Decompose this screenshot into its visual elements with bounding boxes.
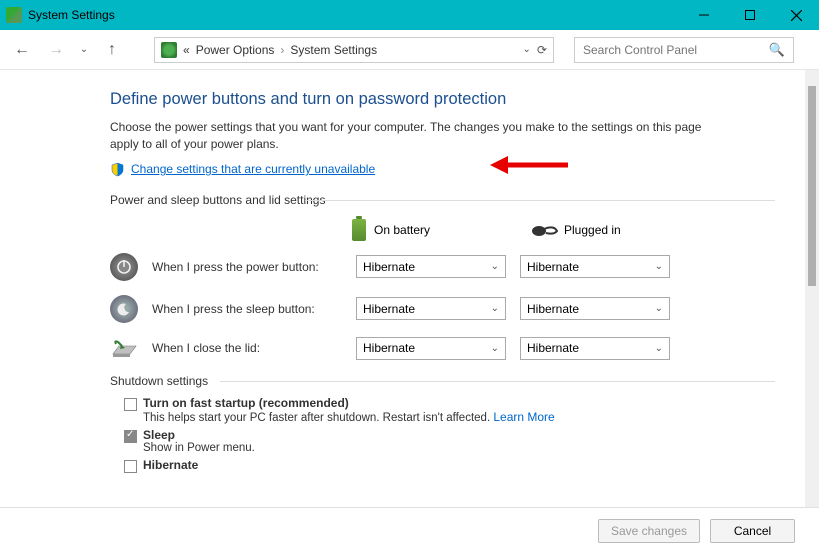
close-button[interactable] [773, 0, 819, 30]
chevron-right-icon: › [280, 43, 284, 57]
fast-startup-row: Turn on fast startup (recommended) This … [124, 396, 775, 424]
learn-more-link[interactable]: Learn More [493, 410, 554, 424]
hibernate-checkbox[interactable] [124, 460, 137, 473]
chevron-down-icon: ⌄ [491, 261, 499, 272]
label-power-button: When I press the power button: [152, 260, 342, 274]
save-button[interactable]: Save changes [598, 519, 700, 543]
nav-row: ← → ⌄ ↑ « Power Options › System Setting… [0, 30, 819, 70]
control-panel-icon [161, 42, 177, 58]
recent-dropdown-icon[interactable]: ⌄ [78, 38, 90, 62]
row-sleep-button: When I press the sleep button: Hibernate… [110, 295, 775, 323]
chevron-down-icon: ⌄ [655, 303, 663, 314]
forward-button[interactable]: → [44, 38, 68, 62]
minimize-button[interactable] [681, 0, 727, 30]
scrollbar[interactable] [805, 70, 819, 507]
lid-icon [110, 338, 138, 358]
content-pane: Define power buttons and turn on passwor… [0, 70, 805, 507]
window-title: System Settings [28, 8, 115, 22]
sleep-label: Sleep [143, 428, 255, 442]
shield-icon [110, 162, 125, 177]
annotation-arrow [490, 152, 570, 178]
back-button[interactable]: ← [10, 38, 34, 62]
page-subtext: Choose the power settings that you want … [110, 119, 710, 154]
battery-icon [352, 219, 366, 241]
chevron-down-icon: ⌄ [655, 261, 663, 272]
fast-startup-sub: This helps start your PC faster after sh… [143, 412, 493, 424]
close-lid-battery-select[interactable]: Hibernate⌄ [356, 337, 506, 360]
maximize-button[interactable] [727, 0, 773, 30]
search-icon[interactable]: 🔍 [769, 42, 785, 58]
breadcrumb-power-options[interactable]: Power Options [196, 43, 275, 57]
label-sleep-button: When I press the sleep button: [152, 302, 342, 316]
refresh-icon[interactable]: ⟳ [537, 43, 547, 57]
power-button-plugged-select[interactable]: Hibernate⌄ [520, 255, 670, 278]
cancel-button[interactable]: Cancel [710, 519, 795, 543]
address-dropdown-icon[interactable]: ⌄ [523, 44, 531, 55]
app-icon [6, 7, 22, 23]
sleep-button-plugged-select[interactable]: Hibernate⌄ [520, 297, 670, 320]
section-shutdown: Shutdown settings [110, 374, 775, 388]
hibernate-label: Hibernate [143, 458, 198, 472]
label-close-lid: When I close the lid: [152, 341, 342, 355]
search-box[interactable]: 🔍 [574, 37, 794, 63]
column-plugged-in: Plugged in [532, 223, 692, 237]
section-power-sleep: Power and sleep buttons and lid settings [110, 193, 775, 207]
address-bar[interactable]: « Power Options › System Settings ⌄ ⟳ [154, 37, 554, 63]
chevron-down-icon: ⌄ [655, 343, 663, 354]
search-input[interactable] [583, 43, 753, 57]
fast-startup-label: Turn on fast startup (recommended) [143, 396, 555, 410]
sleep-button-battery-select[interactable]: Hibernate⌄ [356, 297, 506, 320]
sleep-checkbox[interactable] [124, 430, 137, 443]
fast-startup-checkbox[interactable] [124, 398, 137, 411]
plug-icon [532, 223, 556, 237]
close-lid-plugged-select[interactable]: Hibernate⌄ [520, 337, 670, 360]
chevron-down-icon: ⌄ [491, 343, 499, 354]
up-button[interactable]: ↑ [100, 38, 124, 62]
footer: Save changes Cancel [0, 507, 819, 553]
hibernate-row: Hibernate [124, 458, 775, 473]
row-power-button: When I press the power button: Hibernate… [110, 253, 775, 281]
scrollbar-thumb[interactable] [808, 86, 816, 286]
change-unavailable-link[interactable]: Change settings that are currently unava… [131, 162, 375, 176]
power-button-battery-select[interactable]: Hibernate⌄ [356, 255, 506, 278]
sleep-row: Sleep Show in Power menu. [124, 428, 775, 454]
sleep-sub: Show in Power menu. [143, 442, 255, 454]
power-icon [110, 253, 138, 281]
titlebar: System Settings [0, 0, 819, 30]
column-on-battery: On battery [352, 219, 512, 241]
breadcrumb-prefix: « [183, 43, 190, 57]
chevron-down-icon: ⌄ [491, 303, 499, 314]
sleep-icon [110, 295, 138, 323]
row-close-lid: When I close the lid: Hibernate⌄ Hiberna… [110, 337, 775, 360]
page-heading: Define power buttons and turn on passwor… [110, 90, 775, 109]
breadcrumb-system-settings[interactable]: System Settings [290, 43, 377, 57]
